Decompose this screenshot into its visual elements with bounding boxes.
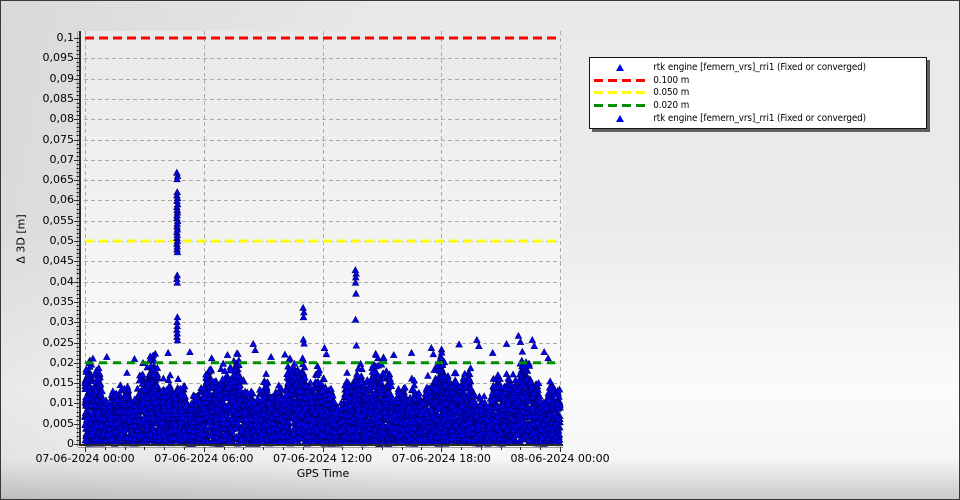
y-tick-label: 0,01: [49, 396, 75, 410]
y-tick-label: 0,08: [49, 112, 75, 126]
y-tick-label: 0,085: [42, 91, 75, 105]
y-tick-label: 0,095: [42, 51, 75, 65]
y-tick-label: 0,04: [49, 274, 75, 288]
dash-line-icon: [594, 104, 646, 108]
triangle-marker-icon: [616, 115, 624, 123]
y-tick-label: 0,09: [49, 71, 75, 85]
y-tick-label: 0,035: [42, 294, 75, 308]
dash-line-icon: [592, 78, 648, 82]
y-tick-label: 0,005: [42, 416, 75, 430]
y-tick-label: 0,075: [42, 132, 75, 146]
legend-item-label: rtk engine [femern_vrs]_rri1 (Fixed or c…: [653, 113, 867, 125]
legend-item[interactable]: rtk engine [femern_vrs]_rri1 (Fixed or c…: [592, 61, 924, 73]
triangle-marker-icon: [592, 115, 648, 123]
dash-line-icon: [592, 91, 648, 95]
y-tick-label: 0,03: [49, 315, 75, 329]
dash-line-icon: [594, 78, 646, 82]
y-tick-label: 0: [67, 437, 74, 450]
dash-line-icon: [594, 91, 646, 95]
x-tick-label: 08-06-2024 00:00: [510, 452, 610, 465]
y-tick-label: 0,025: [42, 335, 75, 349]
legend-item-label: rtk engine [femern_vrs]_rri1 (Fixed or c…: [653, 61, 867, 73]
dash-line-icon: [592, 104, 648, 108]
triangle-marker-icon: [616, 63, 624, 71]
y-tick-label: 0,06: [49, 193, 75, 207]
y-axis-title: Δ 3D [m]: [14, 214, 28, 264]
legend: rtk engine [femern_vrs]_rri1 (Fixed or c…: [589, 57, 927, 129]
legend-item-label: 0.050 m: [653, 87, 690, 99]
triangle-marker-icon: [592, 63, 648, 71]
legend-item-label: 0.020 m: [653, 100, 690, 112]
y-tick-label: 0,1: [56, 31, 75, 44]
legend-item[interactable]: 0.050 m: [592, 87, 924, 99]
y-tick-label: 0,015: [42, 376, 75, 390]
y-tick-label: 0,05: [49, 234, 75, 247]
chart-window: 0,1 0,095 0,09 0,085 0,08 0,075 0,07 0,065 0,06 0…: [0, 0, 960, 500]
legend-item-label: 0.100 m: [653, 74, 690, 86]
y-tick-label: 0,055: [42, 213, 75, 227]
legend-item[interactable]: rtk engine [femern_vrs]_rri1 (Fixed or c…: [592, 113, 924, 125]
y-tick-label: 0,02: [49, 355, 75, 369]
legend-item[interactable]: 0.100 m: [592, 74, 924, 86]
legend-item[interactable]: 0.020 m: [592, 100, 924, 112]
y-tick-label: 0,07: [49, 152, 75, 166]
y-tick-label: 0,045: [42, 254, 75, 268]
y-tick-label: 0,065: [42, 173, 75, 187]
x-axis-title: GPS Time: [296, 467, 350, 480]
